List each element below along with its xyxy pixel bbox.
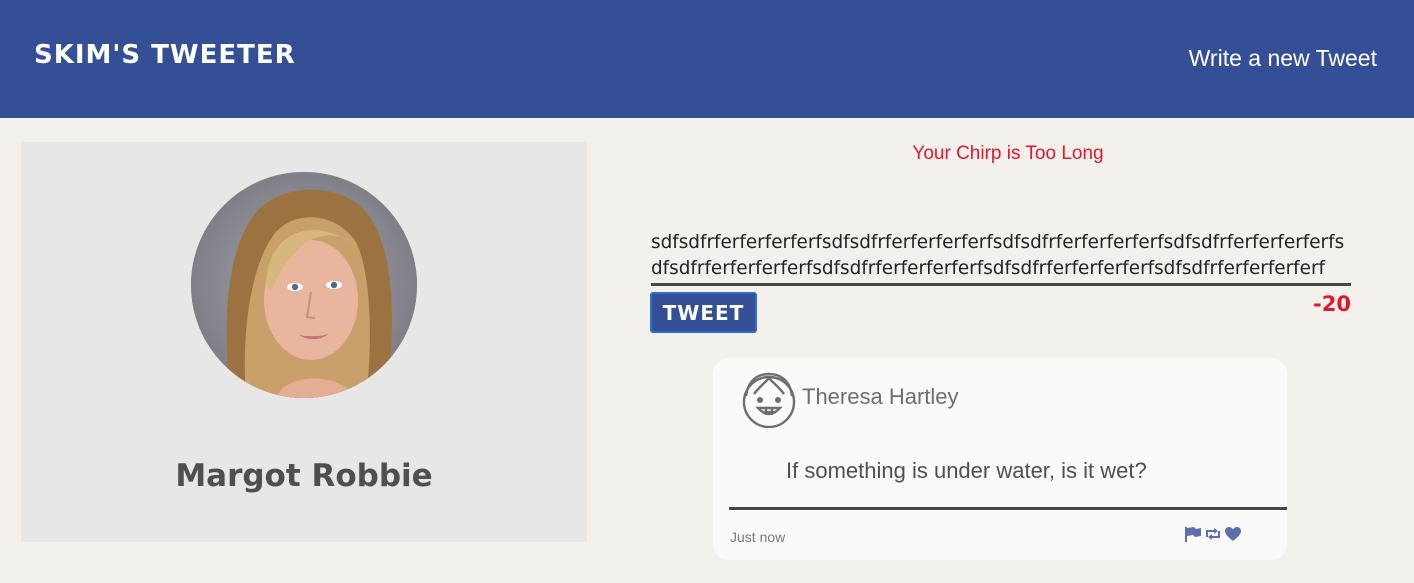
input-divider bbox=[651, 283, 1351, 286]
character-counter: -20 bbox=[1313, 292, 1351, 316]
error-message: Your Chirp is Too Long bbox=[912, 143, 1104, 164]
heart-icon[interactable] bbox=[1224, 526, 1242, 542]
profile-card: Margot Robbie bbox=[21, 142, 587, 542]
flag-icon[interactable] bbox=[1184, 526, 1202, 542]
smiling-face-icon bbox=[740, 366, 798, 429]
navbar: SKIM'S TWEETER Write a new Tweet bbox=[0, 0, 1414, 118]
write-new-tweet-link[interactable]: Write a new Tweet bbox=[1189, 45, 1377, 72]
brand-title: SKIM'S TWEETER bbox=[34, 40, 296, 70]
retweet-icon[interactable] bbox=[1204, 526, 1222, 542]
tweet-textarea[interactable]: sdfsdfrferferferferfsdfsdfrferferferferf… bbox=[651, 230, 1351, 284]
profile-avatar bbox=[191, 172, 417, 398]
tweet-text: If something is under water, is it wet? bbox=[786, 458, 1147, 483]
tweet-divider bbox=[729, 507, 1287, 510]
tweet-actions bbox=[1184, 526, 1242, 542]
tweet-author: Theresa Hartley bbox=[802, 384, 959, 409]
tweet-button[interactable]: TWEET bbox=[650, 292, 757, 333]
profile-photo-image bbox=[191, 172, 417, 398]
tweet-card: Theresa Hartley If something is under wa… bbox=[713, 358, 1287, 560]
profile-name: Margot Robbie bbox=[175, 458, 433, 494]
tweet-timestamp: Just now bbox=[730, 529, 786, 545]
